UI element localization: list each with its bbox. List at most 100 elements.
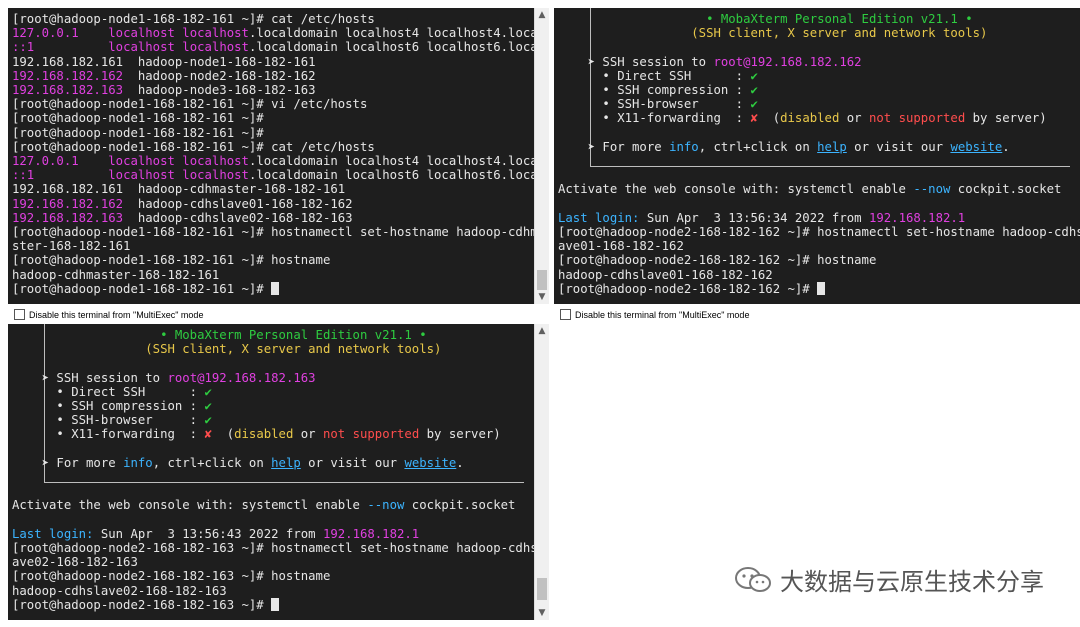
terminal-text: ( — [211, 427, 235, 442]
terminal-text: .localdomain localhost4 localhost4.local… — [248, 26, 534, 41]
terminal-text: MobaXterm Personal Edition v21.1 — [720, 12, 958, 26]
terminal-text: Last login: — [12, 526, 94, 541]
terminal-text: Activate the web console with: systemctl… — [12, 498, 368, 513]
scrollbar-thumb[interactable] — [537, 578, 547, 600]
terminal-text: [root@hadoop-node1-168-182-161 ~]# hostn… — [12, 225, 534, 240]
terminal-text: ✘ — [204, 427, 212, 442]
terminal-text: Sun Apr 3 13:56:43 2022 from — [93, 526, 323, 541]
terminal-text: Sun Apr 3 13:56:34 2022 from — [639, 210, 869, 225]
terminal-line: ​ — [558, 154, 1080, 168]
terminal-text: by server) — [965, 111, 1047, 126]
terminal-text: 192.168.182.163 — [12, 83, 124, 98]
terminal-node3-scrollbar[interactable]: ▲ ▼ — [534, 324, 549, 620]
terminal-text: ✔ — [750, 97, 758, 112]
multiexec-toggle-node1[interactable]: Disable this terminal from "MultiExec" m… — [14, 309, 203, 320]
scroll-up-arrow-icon[interactable]: ▲ — [535, 324, 549, 338]
scroll-down-arrow-icon[interactable]: ▼ — [535, 606, 549, 620]
terminal-text: not supported — [868, 111, 966, 126]
terminal-text: [root@hadoop-node2-168-182-163 ~]# hostn… — [12, 541, 534, 556]
terminal-node1[interactable]: [root@hadoop-node1-168-182-161 ~]# cat /… — [8, 8, 534, 304]
terminal-text: disabled — [234, 427, 294, 442]
terminal-text: 192.168.182.1 — [322, 526, 420, 541]
cursor — [271, 281, 280, 295]
terminal-node3[interactable]: • MobaXterm Personal Edition v21.1 • (SS… — [8, 324, 534, 620]
terminal-text: or — [839, 111, 869, 126]
terminal-line: ave02-168-182-163 — [12, 555, 534, 569]
terminal-text: , ctrl+click on — [152, 455, 272, 470]
terminal-line: • SSH compression : ✔ — [558, 83, 1080, 97]
terminal-line: • Direct SSH : ✔ — [558, 69, 1080, 83]
link-text[interactable]: website — [950, 140, 1002, 154]
terminal-text: • Direct SSH : — [558, 68, 751, 83]
terminal-text: cockpit.socket — [404, 498, 516, 513]
terminal-line: ​ — [12, 442, 534, 456]
terminal-line: • MobaXterm Personal Edition v21.1 • — [558, 12, 1080, 26]
terminal-line: • Direct SSH : ✔ — [12, 385, 534, 399]
terminal-line: (SSH client, X server and network tools) — [558, 26, 1080, 40]
terminal-text: info — [123, 455, 153, 470]
scroll-down-arrow-icon[interactable]: ▼ — [535, 290, 549, 304]
watermark-text: 大数据与云原生技术分享 — [780, 568, 1044, 596]
terminal-line: [root@hadoop-node1-168-182-161 ~]# vi /e… — [12, 97, 534, 111]
multiexec-label: Disable this terminal from "MultiExec" m… — [575, 309, 750, 320]
terminal-line: [root@hadoop-node2-168-182-163 ~]# hostn… — [12, 541, 534, 555]
terminal-text: [root@hadoop-node1-168-182-161 ~]# — [12, 125, 264, 140]
terminal-text: • X11-forwarding : — [12, 427, 205, 442]
terminal-line: [root@hadoop-node2-168-182-162 ~]# hostn… — [558, 225, 1080, 239]
terminal-line: ➤ For more info, ctrl+click on help or v… — [558, 140, 1080, 154]
terminal-text: .localdomain localhost4 localhost4.local… — [248, 154, 534, 169]
scroll-up-arrow-icon[interactable]: ▲ — [535, 8, 549, 22]
terminal-text: ✔ — [750, 68, 758, 83]
watermark: 大数据与云原生技术分享 — [734, 562, 1044, 597]
terminal-line: ::1 localhost localhost.localdomain loca… — [12, 40, 534, 54]
terminal-text: , ctrl+click on — [698, 139, 818, 154]
terminal-line: ​ — [558, 197, 1080, 211]
terminal-text: 192.168.182.161 hadoop-cdhmaster-168-182… — [12, 182, 346, 197]
multiexec-toggle-node2[interactable]: Disable this terminal from "MultiExec" m… — [560, 309, 749, 320]
terminal-text: [root@hadoop-node2-168-182-162 ~]# hostn… — [558, 253, 877, 268]
link-text[interactable]: help — [817, 140, 847, 154]
terminal-text: 192.168.182.162 — [12, 68, 124, 83]
terminal-line: ​ — [12, 484, 534, 498]
terminal-text: hadoop-node3-168-182-163 — [123, 83, 316, 98]
terminal-text: ::1 — [12, 40, 35, 55]
terminal-text: [root@hadoop-node2-168-182-162 ~]# — [558, 281, 818, 296]
terminal-text: MobaXterm Personal Edition v21.1 — [174, 328, 412, 342]
terminal-line: [root@hadoop-node2-168-182-162 ~]# hostn… — [558, 253, 1080, 267]
terminal-text: not supported — [322, 427, 420, 442]
terminal-text: localhost localhost — [108, 40, 249, 55]
terminal-text: [root@hadoop-node1-168-182-161 ~]# — [12, 111, 264, 126]
terminal-line: ster-168-182-161 — [12, 239, 534, 253]
terminal-text: hadoop-cdhmaster-168-182-161 — [12, 267, 220, 282]
link-text[interactable]: website — [404, 456, 456, 470]
terminal-line: ​ — [12, 356, 534, 370]
terminal-line: (SSH client, X server and network tools) — [12, 342, 534, 356]
scrollbar-thumb[interactable] — [537, 270, 547, 290]
terminal-text: 192.168.182.162 — [12, 196, 124, 211]
terminal-text: --now — [367, 498, 405, 513]
terminal-text: (SSH client, X server and network tools) — [145, 342, 442, 357]
terminal-text: [root@hadoop-node1-168-182-161 ~]# hostn… — [12, 253, 331, 268]
terminal-text: .localdomain localhost6 localhost6.local… — [248, 168, 534, 183]
terminal-text: hadoop-node2-168-182-162 — [123, 68, 316, 83]
checkbox[interactable] — [14, 309, 25, 320]
terminal-line: [root@hadoop-node1-168-182-161 ~]# hostn… — [12, 225, 534, 239]
terminal-line: ➤ SSH session to root@192.168.182.163 — [12, 371, 534, 385]
terminal-text: • — [411, 328, 427, 342]
terminal-text: ✔ — [750, 83, 758, 98]
checkbox[interactable] — [560, 309, 571, 320]
terminal-line: [root@hadoop-node1-168-182-161 ~]# cat /… — [12, 140, 534, 154]
terminal-line: ::1 localhost localhost.localdomain loca… — [12, 168, 534, 182]
terminal-text: 192.168.182.161 hadoop-node1-168-182-161 — [12, 54, 316, 69]
link-text[interactable]: help — [271, 456, 301, 470]
terminal-text: [root@hadoop-node1-168-182-161 ~]# cat /… — [12, 139, 375, 154]
terminal-node2[interactable]: • MobaXterm Personal Edition v21.1 • (SS… — [554, 8, 1080, 304]
cursor — [271, 597, 280, 611]
terminal-line: [root@hadoop-node1-168-182-161 ~]# cat /… — [12, 12, 534, 26]
terminal-node1-scrollbar[interactable]: ▲ ▼ — [534, 8, 549, 304]
